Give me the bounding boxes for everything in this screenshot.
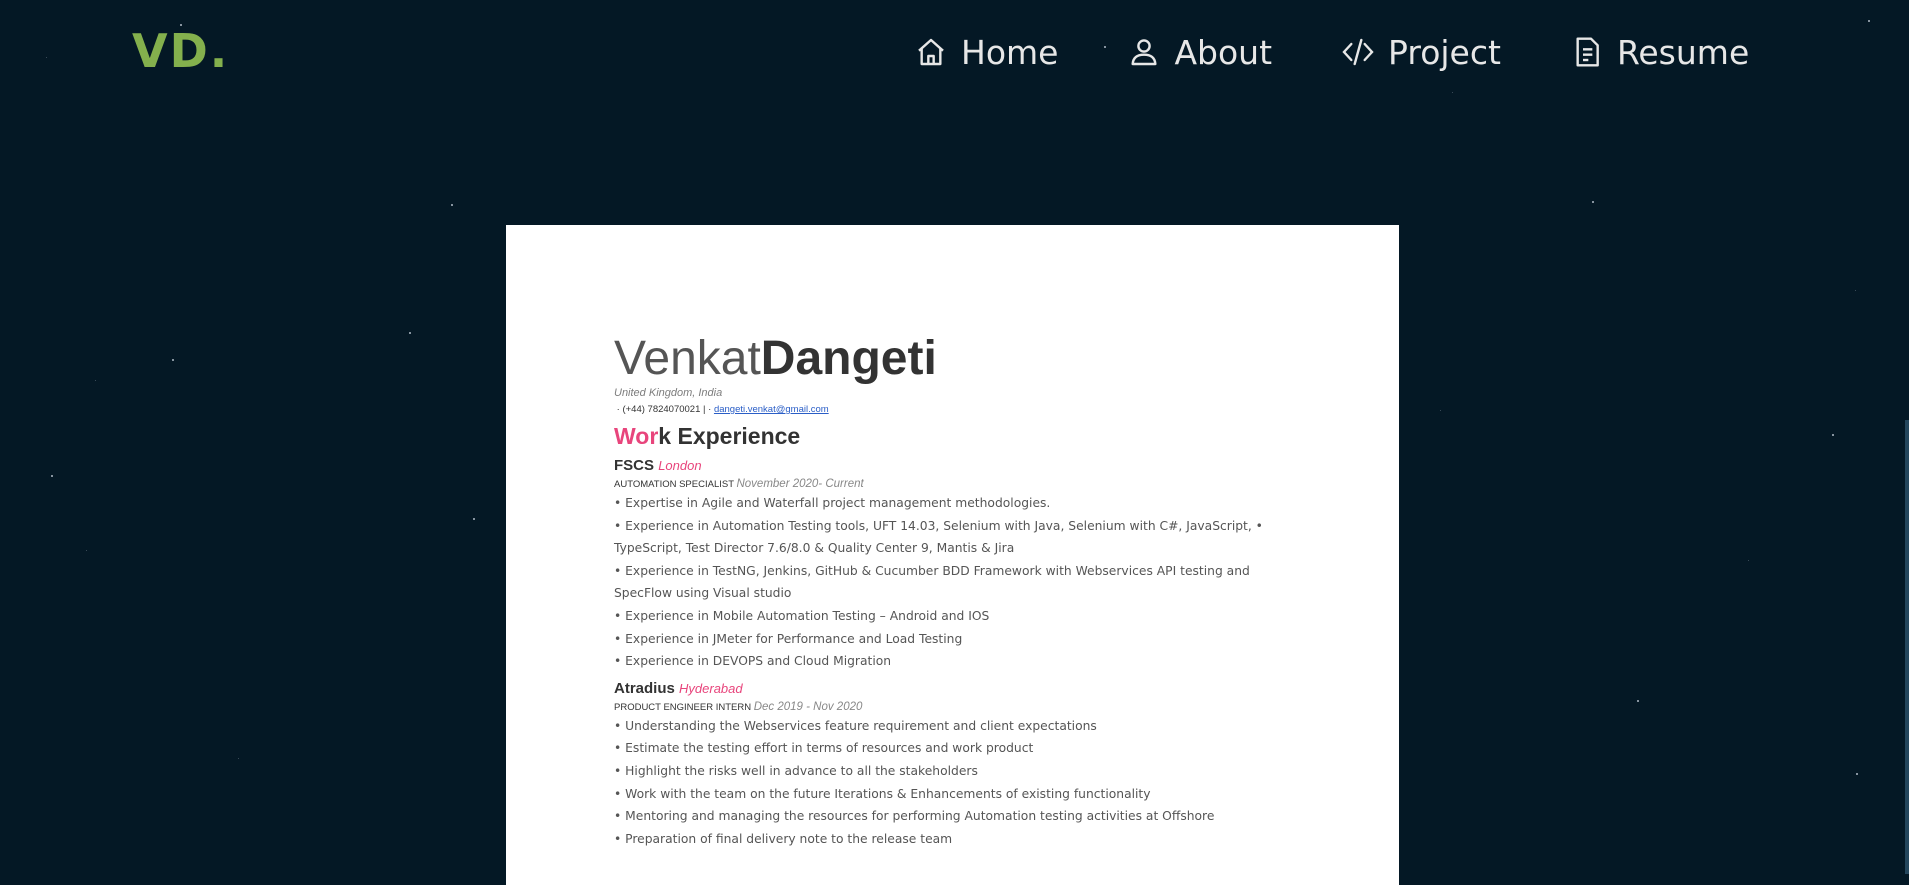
nav-project[interactable]: Project <box>1342 30 1501 74</box>
nav-home-label: Home <box>961 32 1059 72</box>
nav-about[interactable]: About <box>1128 30 1272 74</box>
job-bullets: • Understanding the Webservices feature … <box>614 715 1304 851</box>
heading-rest: k Experience <box>658 423 801 449</box>
heading-accent: Wor <box>614 423 659 449</box>
bullet-line: • Preparation of final delivery note to … <box>614 831 953 846</box>
job-role: Product Engineer Intern Dec 2019 - Nov 2… <box>614 701 1304 713</box>
bullet-line: • Expertise in Agile and Waterfall proje… <box>614 496 1051 510</box>
bullet-line: TypeScript, Test Director 7.6/8.0 & Qual… <box>614 541 1015 556</box>
resume-phone: (+44) 7824070021 | <box>622 404 706 415</box>
company-city: London <box>658 458 702 473</box>
bullet-line: • Understanding the Webservices feature … <box>614 718 1097 733</box>
brand-logo[interactable]: VD. <box>132 24 229 78</box>
nav-home[interactable]: Home <box>915 30 1058 74</box>
bullet-line: • Experience in TestNG, Jenkins, GitHub … <box>614 563 1250 578</box>
role-title: Product Engineer Intern <box>614 701 752 713</box>
resume-document: VenkatDangeti United Kingdom, India · (+… <box>614 333 1304 850</box>
document-icon <box>1576 37 1599 67</box>
role-dates: November 2020- Current <box>736 478 864 490</box>
job-role: Automation Specialist November 2020- Cur… <box>614 478 1304 490</box>
job-company: Atradius Hyderabad <box>614 680 1304 697</box>
resume-page: VenkatDangeti United Kingdom, India · (+… <box>506 225 1399 885</box>
role-title: Automation Specialist <box>614 479 734 490</box>
code-icon <box>1342 38 1374 66</box>
nav-resume[interactable]: Resume <box>1571 30 1749 74</box>
resume-location: United Kingdom, India <box>614 387 723 399</box>
bullet-line: • Highlight the risks well in advance to… <box>614 763 978 778</box>
job-bullets: • Expertise in Agile and Waterfall proje… <box>614 492 1304 673</box>
nav-project-label: Project <box>1388 32 1501 72</box>
company-city: Hyderabad <box>679 680 743 696</box>
resume-email-link[interactable]: dangeti.venkat@gmail.com <box>714 404 829 415</box>
company-name: Atradius <box>614 679 675 697</box>
nav-about-label: About <box>1174 32 1273 72</box>
work-experience-heading: Work Experience <box>614 423 1304 450</box>
job-entry: FSCS London Automation Specialist Novemb… <box>614 457 1304 673</box>
job-entry: Atradius Hyderabad Product Engineer Inte… <box>614 680 1304 851</box>
role-dates: Dec 2019 - Nov 2020 <box>753 700 863 713</box>
user-icon <box>1131 39 1157 66</box>
main-nav: Home About Project Resume <box>915 30 1749 74</box>
bullet-line: • Work with the team on the future Itera… <box>614 786 1151 801</box>
bullet-line: • Experience in DEVOPS and Cloud Migrati… <box>614 654 892 669</box>
bullet-line: • Experience in Automation Testing tools… <box>614 518 1263 533</box>
company-name: FSCS <box>614 457 655 474</box>
first-name: Venkat <box>614 332 761 385</box>
resume-name: VenkatDangeti <box>614 333 1304 385</box>
last-name: Dangeti <box>760 332 937 385</box>
nav-resume-label: Resume <box>1616 32 1750 72</box>
scrollbar[interactable] <box>1905 420 1909 874</box>
bullet-dot: · <box>705 404 714 415</box>
bullet-line: • Estimate the testing effort in terms o… <box>614 741 1034 756</box>
bullet-line: SpecFlow using Visual studio <box>614 586 792 601</box>
bullet-line: • Experience in JMeter for Performance a… <box>614 631 963 646</box>
bullet-line: • Mentoring and managing the resources f… <box>614 809 1215 824</box>
bullet-line: • Experience in Mobile Automation Testin… <box>614 608 990 623</box>
resume-contact: · (+44) 7824070021 | · dangeti.venkat@gm… <box>614 404 1304 415</box>
home-icon <box>918 38 944 66</box>
job-company: FSCS London <box>614 457 1304 474</box>
